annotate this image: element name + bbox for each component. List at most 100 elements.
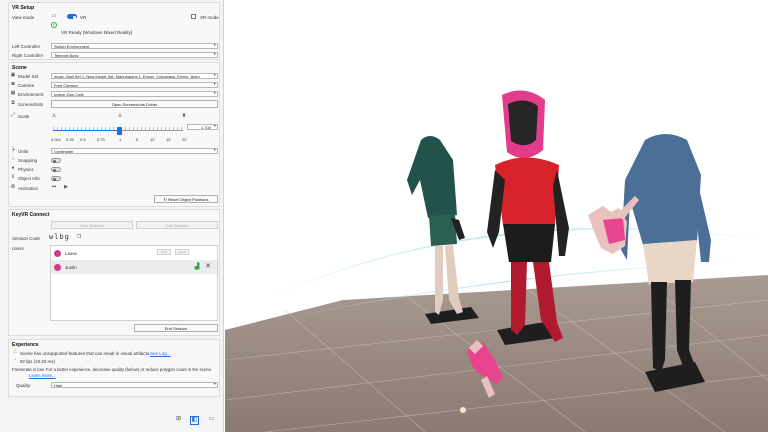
close-icon[interactable]: ✕: [205, 263, 211, 270]
cube-icon: ▣: [10, 72, 16, 78]
quality-dropdown[interactable]: High: [51, 382, 218, 388]
user-badge-leave[interactable]: Leave: [175, 249, 189, 255]
open-screenshots-folder-button[interactable]: Open Screenshots Folder: [51, 100, 218, 108]
info-icon: ℹ: [12, 174, 14, 180]
scene-title: Scene: [12, 65, 27, 71]
xr-mode-checkbox[interactable]: [191, 14, 196, 19]
object-info-toggle[interactable]: [51, 176, 61, 181]
warning-text: Scene has unsupported features that can …: [20, 351, 151, 356]
units-label: Units: [18, 149, 29, 154]
animation-label: Animation: [18, 186, 39, 191]
keyvr-section: KeyVR Connect Host Session Join Session …: [8, 209, 220, 336]
snapping-label: Snapping: [18, 158, 38, 163]
vr-setup-title: VR Setup: [12, 5, 35, 11]
camera-dropdown[interactable]: Free Camera: [51, 82, 218, 88]
join-session-button[interactable]: Join Session: [136, 221, 218, 229]
left-controller-label: Left Controller: [12, 44, 41, 49]
model-set-label: Model Set: [18, 74, 39, 79]
physics-icon: ●: [11, 165, 15, 171]
environment-label: Environment: [18, 92, 44, 97]
scale-tick-label: 15: [166, 137, 171, 142]
layout-large-icon[interactable]: ▭: [207, 416, 216, 425]
scale-slider-thumb[interactable]: [117, 127, 122, 135]
right-controller-dropdown[interactable]: Teleport Body: [51, 52, 218, 58]
object-info-label: Object Info: [18, 176, 40, 181]
fps-text: 92 fps (19.33 ms): [20, 359, 56, 364]
scale-tick-label: 1: [119, 137, 122, 142]
end-session-button[interactable]: End Session: [134, 324, 218, 332]
environment-dropdown[interactable]: Indoor Zion Cafe: [51, 91, 218, 97]
view-mode-label: View mode: [12, 15, 35, 20]
physics-label: Physics: [18, 167, 34, 172]
framerate-text: Framerate is low. For a better experienc…: [12, 367, 213, 372]
vr-side-panel: VR Setup View mode ▭ VR XR mode ✓ VR Rea…: [0, 0, 224, 432]
vr-hand-controller-right[interactable]: [588, 196, 639, 254]
large-person-icon: ♜: [181, 113, 187, 119]
screenshot-icon: ⧉: [11, 100, 15, 106]
avatar: [54, 264, 61, 271]
scene-section: Scene ▣ Model Set move, Wall Set 1, New …: [8, 62, 220, 207]
ruler-icon: ┝: [11, 147, 15, 153]
scale-tick-label: 5: [136, 137, 139, 142]
scale-label: Scale: [18, 114, 30, 119]
users-label: Users: [12, 246, 24, 251]
3d-viewport[interactable]: [225, 0, 768, 432]
layout-medium-icon[interactable]: ◧: [190, 416, 199, 425]
environment-icon: ▦: [10, 90, 16, 96]
user-name: Lasse: [65, 251, 78, 256]
small-person-icon: ♙: [51, 113, 57, 119]
scale-slider-fill: [53, 130, 120, 131]
scale-slider[interactable]: [53, 127, 183, 135]
user-name: Justin: [65, 265, 77, 270]
user-row[interactable]: Lasse Host Leave: [51, 246, 217, 260]
left-controller-dropdown[interactable]: Switch Environment: [51, 43, 218, 49]
session-code-label: Session Code: [12, 236, 41, 241]
model-set-dropdown[interactable]: move, Wall Set 1, New Model Set, Mannequ…: [51, 73, 218, 79]
vr-ready-text: VR Ready (Windows Mixed Reality): [61, 30, 133, 35]
scale-tick-label: 20: [182, 137, 187, 142]
warning-icon: ⚠: [12, 349, 18, 355]
signal-icon: ▟: [194, 264, 200, 270]
host-session-button[interactable]: Host Session: [51, 221, 133, 229]
see-log-link[interactable]: See Log...: [150, 351, 171, 356]
users-list: Lasse Host Leave Justin ▟ ✕: [50, 245, 218, 321]
reset-button-label: Reset Object Positions: [168, 197, 209, 202]
play-icon[interactable]: ▶: [63, 184, 69, 190]
monitor-icon[interactable]: ▭: [51, 13, 57, 19]
reset-object-positions-button[interactable]: ↻ Reset Object Positions: [154, 195, 218, 203]
vr-setup-section: VR Setup View mode ▭ VR XR mode ✓ VR Rea…: [8, 2, 220, 60]
quality-label: Quality:: [16, 383, 32, 388]
scale-icon: ⤢: [10, 112, 15, 118]
snapping-toggle[interactable]: [51, 158, 61, 163]
avatar: [54, 250, 61, 257]
camera-icon: ◙: [11, 81, 15, 87]
scale-tick-label: 0.001: [51, 137, 62, 142]
camera-label: Camera: [18, 83, 35, 88]
user-row[interactable]: Justin ▟ ✕: [51, 260, 217, 274]
vr-toggle[interactable]: [67, 14, 77, 19]
skip-back-icon[interactable]: ⏮: [51, 184, 57, 190]
xr-mode-label: XR mode: [200, 15, 219, 20]
vr-toggle-label: VR: [80, 15, 87, 20]
right-controller-label: Right Controller: [12, 53, 44, 58]
mannequin-green: [407, 136, 465, 315]
scale-tick-label: 0.5: [80, 137, 86, 142]
session-code-value: wlbg: [49, 233, 70, 241]
copy-icon[interactable]: ❐: [76, 234, 82, 240]
check-circle-icon: ✓: [51, 22, 57, 28]
mid-person-icon: ♙: [117, 113, 123, 119]
scale-tick-label: 0.75: [97, 137, 105, 142]
scale-tick-label: 10: [150, 137, 155, 142]
keyvr-title: KeyVR Connect: [12, 212, 50, 218]
vr-scene-render[interactable]: [225, 0, 768, 432]
animation-icon: ❂: [10, 184, 16, 190]
layout-small-icon[interactable]: ⊞: [174, 416, 183, 425]
experience-section: Experience ⚠ Scene has unsupported featu…: [8, 339, 220, 397]
user-badge-host[interactable]: Host: [157, 249, 171, 255]
physics-toggle[interactable]: [51, 167, 61, 172]
units-dropdown[interactable]: Centimeter: [51, 148, 218, 154]
speed-icon: ◔: [13, 357, 17, 363]
experience-title: Experience: [12, 342, 39, 348]
learn-more-link[interactable]: Learn more...: [29, 373, 56, 378]
scale-value-field[interactable]: 1.700: [187, 124, 218, 130]
